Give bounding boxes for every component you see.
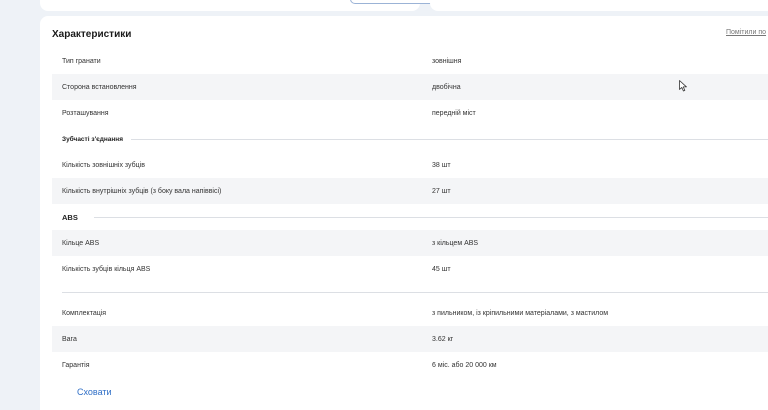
spec-value: з пильником, із кріпильними матеріалами,… bbox=[432, 309, 609, 317]
characteristics-title: Характеристики bbox=[52, 29, 132, 40]
spec-label: Тип гранати bbox=[62, 57, 101, 65]
spec-row-outer-teeth: Кількість зовнішніх зубців 38 шт bbox=[52, 152, 768, 178]
spec-row-weight: Вага 3.62 кг bbox=[52, 326, 768, 352]
section-title: Зубчасті з'єднання bbox=[62, 135, 124, 143]
spec-value: 3.62 кг bbox=[432, 335, 454, 343]
separator-line bbox=[62, 292, 768, 293]
section-splines: Зубчасті з'єднання bbox=[52, 126, 768, 152]
hide-characteristics-link[interactable]: Сховати bbox=[77, 387, 112, 397]
spec-label: Вага bbox=[62, 335, 77, 343]
section-abs: ABS bbox=[52, 204, 768, 230]
spec-value: 45 шт bbox=[432, 265, 451, 273]
spec-row-grenade-type: Тип гранати зовнішня bbox=[52, 48, 768, 74]
top-card-right bbox=[430, 0, 768, 11]
spec-label: Кільце ABS bbox=[62, 239, 100, 247]
spec-row-install-side: Сторона встановлення двобічна bbox=[52, 74, 768, 100]
spec-label: Кількість зовнішніх зубців bbox=[62, 161, 145, 169]
spec-row-abs-ring: Кільце ABS з кільцем ABS bbox=[52, 230, 768, 256]
spec-row-warranty: Гарантія 6 міс. або 20 000 км bbox=[52, 352, 768, 378]
spec-label: Сторона встановлення bbox=[62, 83, 137, 91]
mouse-pointer-icon bbox=[679, 80, 687, 92]
spec-label: Гарантія bbox=[62, 361, 90, 369]
spec-value: двобічна bbox=[432, 83, 461, 91]
spec-value: з кільцем ABS bbox=[432, 239, 479, 247]
spec-value: зовнішня bbox=[432, 57, 462, 65]
spec-value: 27 шт bbox=[432, 187, 451, 195]
top-card-left bbox=[40, 0, 454, 11]
spec-row-location: Розташування передній міст bbox=[52, 100, 768, 126]
characteristics-card: Характеристики Помітили по Тип гранати з… bbox=[40, 16, 768, 410]
spec-value: передній міст bbox=[432, 109, 476, 117]
spec-value: 38 шт bbox=[432, 161, 451, 169]
spec-row-kit: Комплектація з пильником, із кріпильними… bbox=[52, 300, 768, 326]
section-divider bbox=[93, 216, 768, 218]
section-separator bbox=[52, 282, 768, 300]
spec-label: Комплектація bbox=[62, 309, 107, 317]
report-error-link[interactable]: Помітили по bbox=[726, 29, 766, 36]
spec-label: Кількість зубців кільця ABS bbox=[62, 265, 151, 273]
spec-label: Розташування bbox=[62, 109, 109, 117]
spec-row-abs-teeth: Кількість зубців кільця ABS 45 шт bbox=[52, 256, 768, 282]
section-title: ABS bbox=[62, 212, 78, 222]
section-divider bbox=[131, 138, 768, 140]
spec-value: 6 міс. або 20 000 км bbox=[432, 361, 497, 369]
characteristics-list: Тип гранати зовнішня Сторона встановленн… bbox=[52, 48, 768, 378]
spec-label: Кількість внутрішніх зубців (з боку вала… bbox=[62, 187, 222, 195]
spec-row-inner-teeth: Кількість внутрішніх зубців (з боку вала… bbox=[52, 178, 768, 204]
